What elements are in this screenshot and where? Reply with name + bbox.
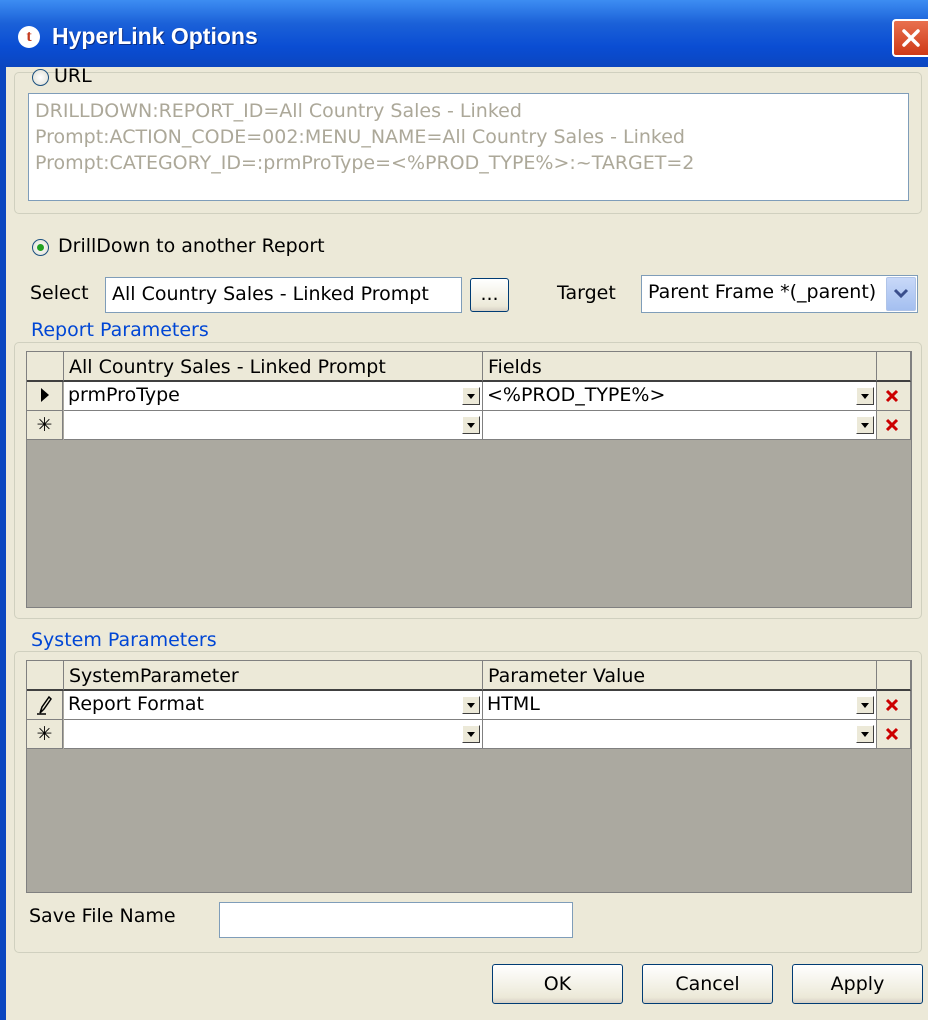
select-report-field[interactable]: All Country Sales - Linked Prompt [105,277,462,313]
field-value: <%PROD_TYPE%> [487,384,666,406]
row-current-marker[interactable] [27,382,63,411]
system-parameters-grid: SystemParameter Parameter Value Report F… [26,660,912,893]
window-title: HyperLink Options [52,23,258,49]
browse-button[interactable]: ... [470,278,509,312]
title-bar[interactable]: t HyperLink Options [0,0,928,67]
report-parameters-grid: All Country Sales - Linked Prompt Fields… [26,351,912,608]
param-dropdown-button[interactable] [462,387,480,405]
column-header[interactable]: Parameter Value [483,661,877,691]
cancel-button[interactable]: Cancel [642,964,773,1004]
param-value-dropdown-button[interactable] [856,696,874,714]
field-dropdown-button[interactable] [856,416,874,434]
target-dropdown-button[interactable] [886,277,916,311]
param-value-dropdown-button[interactable] [856,725,874,743]
row-new-marker[interactable]: ✳ [27,720,63,749]
save-file-name-input[interactable] [219,902,573,938]
select-label: Select [30,282,89,304]
param-value-select[interactable] [483,720,877,749]
param-value-select[interactable]: HTML [483,691,877,720]
column-header-delete [877,352,911,382]
row-new-marker[interactable]: ✳ [27,411,63,440]
param-select[interactable] [64,411,483,440]
close-icon [902,29,920,47]
delete-x-icon [885,389,899,403]
url-radio-label[interactable]: URL [54,65,92,87]
column-header-delete [877,661,911,691]
pencil-icon [36,695,52,715]
system-param-dropdown-button[interactable] [462,696,480,714]
url-line: Prompt:ACTION_CODE=002:MENU_NAME=All Cou… [35,126,685,148]
param-value-text: HTML [487,693,540,715]
field-dropdown-button[interactable] [856,387,874,405]
target-select[interactable]: Parent Frame *(_parent) [641,275,918,313]
apply-button[interactable]: Apply [792,964,923,1004]
new-row-icon: ✳ [36,414,53,436]
row-editing-marker[interactable] [27,691,63,720]
grid-corner [27,661,64,691]
column-header[interactable]: Fields [483,352,877,382]
delete-x-icon [885,698,899,712]
target-label: Target [557,282,616,304]
system-param-dropdown-button[interactable] [462,725,480,743]
current-row-icon [40,388,49,402]
system-parameters-legend: System Parameters [28,629,220,651]
delete-row-button[interactable] [877,691,911,720]
param-dropdown-button[interactable] [462,416,480,434]
column-header[interactable]: All Country Sales - Linked Prompt [64,352,483,382]
delete-row-button[interactable] [877,411,911,440]
url-line: DRILLDOWN:REPORT_ID=All Country Sales - … [35,100,522,122]
app-icon: t [18,26,40,48]
drilldown-radio-label[interactable]: DrillDown to another Report [58,235,325,257]
system-param-select[interactable]: Report Format [64,691,483,720]
field-select[interactable]: <%PROD_TYPE%> [483,382,877,411]
hyperlink-options-dialog: t HyperLink Options URL DRILLDOWN:REPORT… [0,0,928,1020]
param-select[interactable]: prmProType [64,382,483,411]
drilldown-radio[interactable] [32,239,49,256]
system-param-value: Report Format [68,693,204,715]
close-button[interactable] [892,19,928,57]
save-file-name-label: Save File Name [29,905,176,927]
delete-row-button[interactable] [877,382,911,411]
field-select[interactable] [483,411,877,440]
delete-x-icon [885,727,899,741]
chevron-down-icon [893,288,909,299]
column-header[interactable]: SystemParameter [64,661,483,691]
delete-x-icon [885,418,899,432]
delete-row-button[interactable] [877,720,911,749]
ok-button[interactable]: OK [492,964,623,1004]
url-radio[interactable] [32,69,49,86]
param-value: prmProType [68,384,180,406]
url-textarea[interactable]: DRILLDOWN:REPORT_ID=All Country Sales - … [28,93,909,201]
report-parameters-legend: Report Parameters [28,319,212,341]
url-line: Prompt:CATEGORY_ID=:prmProType=<%PROD_TY… [35,152,695,174]
new-row-icon: ✳ [36,723,53,745]
grid-corner [27,352,64,382]
system-param-select[interactable] [64,720,483,749]
target-select-value: Parent Frame *(_parent) [648,281,877,303]
